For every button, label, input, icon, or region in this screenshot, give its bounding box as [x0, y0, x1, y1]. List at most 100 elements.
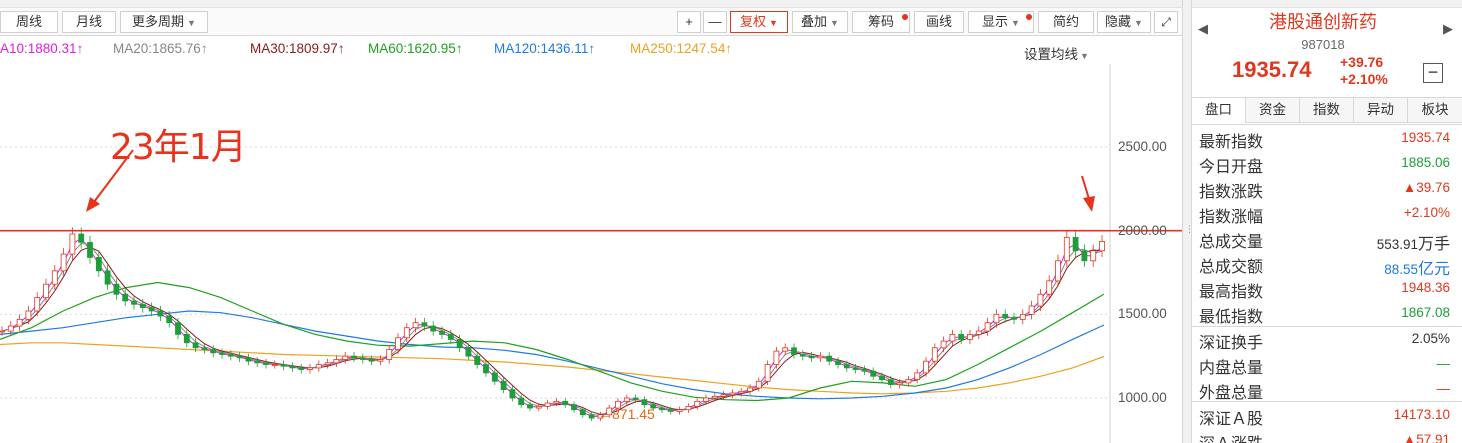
tab-index[interactable]: 指数 — [1300, 98, 1354, 123]
candle-body — [1081, 250, 1088, 262]
candle-body — [553, 400, 560, 404]
quote-row-value: 1948.36 — [1401, 280, 1450, 295]
quote-value-number: ▲57.91 — [1402, 432, 1450, 443]
candle-body — [34, 297, 41, 312]
candle-body — [280, 364, 287, 367]
y-axis-tick: 2000.00 — [1118, 223, 1167, 238]
candle-body — [166, 315, 173, 324]
candle-body — [993, 313, 1000, 324]
candle-body — [896, 382, 903, 386]
candle-body — [439, 330, 445, 335]
candle-body — [403, 327, 410, 339]
candle-body — [518, 397, 525, 406]
quote-value-number: 1867.08 — [1401, 305, 1450, 320]
candle-body — [571, 404, 577, 411]
quote-row: 深证换手 2.05% — [1192, 326, 1454, 352]
tab-sectors[interactable]: 板块 — [1408, 98, 1462, 123]
quote-row: 指数涨跌 ▲39.76 — [1192, 175, 1454, 201]
candle-body — [1011, 317, 1017, 320]
candle-body — [395, 337, 401, 350]
candle-body — [122, 293, 129, 302]
candle-body — [676, 409, 683, 412]
section-divider — [1192, 401, 1462, 402]
candle-body — [263, 362, 269, 365]
candle-body — [870, 370, 877, 377]
candle-body — [236, 355, 243, 359]
collapse-icon[interactable]: − — [1423, 63, 1443, 83]
panel-splitter[interactable]: ⋮ — [1182, 0, 1194, 443]
candle-body — [923, 360, 929, 374]
candle-body — [500, 380, 507, 391]
quote-row: 外盘总量 — — [1192, 376, 1454, 402]
quote-value-number: 1885.06 — [1401, 155, 1450, 170]
candle-body — [307, 367, 313, 370]
candle-body — [826, 355, 833, 362]
candle-body — [1046, 280, 1053, 295]
quote-row-value: +2.10% — [1404, 205, 1450, 220]
candle-body — [694, 400, 701, 407]
stock-code: 987018 — [1301, 37, 1345, 52]
candle-body — [465, 347, 472, 357]
candle-body — [95, 257, 102, 272]
candle-body — [104, 270, 111, 285]
quote-row-label: 今日开盘 — [1199, 159, 1264, 176]
stock-name: 港股通创新药 — [1269, 12, 1377, 32]
candle-body — [509, 389, 516, 399]
candle-body — [667, 409, 674, 412]
candle-body — [1019, 313, 1026, 320]
tab-funds[interactable]: 资金 — [1246, 98, 1300, 123]
low-price-label: ←871.45 — [598, 406, 655, 422]
candle-body — [1072, 236, 1079, 252]
candle-body — [491, 372, 498, 382]
quote-row-label: 总成交量 — [1199, 234, 1264, 251]
candle-body — [879, 375, 885, 380]
quote-row: 指数涨幅 +2.10% — [1192, 200, 1454, 226]
quote-row-value: — — [1437, 381, 1451, 396]
kline-chart[interactable] — [0, 0, 1182, 443]
candle-body — [1002, 313, 1009, 319]
candle-body — [527, 404, 533, 409]
ma-line-ma60 — [0, 281, 1105, 402]
quote-row: 深证Ａ股 14173.10 — [1192, 402, 1454, 428]
candle-body — [16, 318, 23, 327]
quote-row-label: 总成交额 — [1199, 259, 1264, 276]
tab-alerts[interactable]: 异动 — [1354, 98, 1408, 123]
candle-body — [544, 402, 551, 407]
candle-body — [1099, 241, 1105, 252]
candle-body — [588, 414, 595, 419]
candle-body — [210, 349, 217, 354]
candle-body — [1028, 305, 1035, 315]
candle-body — [535, 405, 542, 409]
candle-body — [1063, 236, 1070, 262]
candle-body — [975, 330, 982, 335]
candle-body — [359, 357, 366, 360]
ma-lines — [0, 237, 1105, 417]
quote-row: 总成交量 553.91万手 — [1192, 225, 1454, 253]
quote-row-value: 1935.74 — [1401, 130, 1450, 145]
candle-body — [1090, 250, 1097, 262]
candle-body — [720, 394, 727, 397]
quote-row: 最高指数 1948.36 — [1192, 275, 1454, 301]
quote-row-label: 最低指数 — [1199, 309, 1264, 326]
candle-body — [905, 379, 912, 384]
candle-body — [738, 390, 745, 394]
quote-row-value: ▲57.91 — [1403, 432, 1450, 443]
candle-body — [641, 399, 648, 406]
candle-body — [711, 395, 718, 399]
quote-value-number: — — [1436, 356, 1451, 371]
section-divider — [1192, 326, 1462, 327]
candle-body — [421, 322, 428, 327]
candle-body — [315, 364, 322, 369]
candle-body — [817, 355, 824, 359]
candle-body — [351, 355, 357, 359]
candle-body — [175, 322, 181, 335]
candle-body — [324, 362, 331, 365]
y-axis-tick: 1000.00 — [1118, 390, 1167, 405]
next-stock-icon[interactable]: ▶ — [1443, 21, 1453, 37]
tab-handicap[interactable]: 盘口 — [1192, 98, 1246, 123]
candle-body — [87, 241, 93, 258]
candle-body — [183, 334, 190, 344]
candle-body — [808, 355, 815, 359]
candle-body — [703, 397, 709, 402]
candle-body — [7, 325, 14, 332]
